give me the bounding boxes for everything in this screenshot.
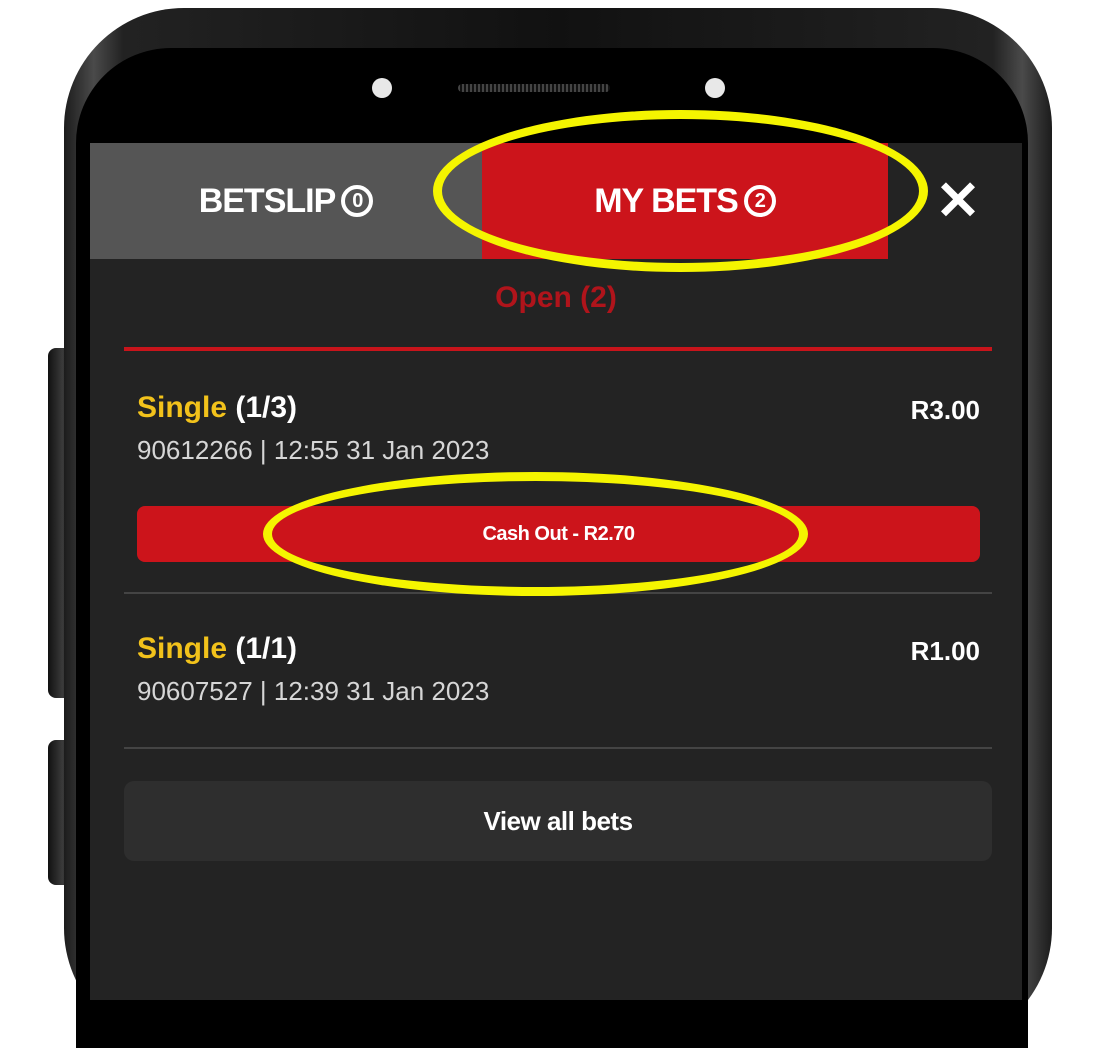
bet-selection-count: (1/3): [235, 391, 298, 424]
cash-out-button[interactable]: Cash Out - R2.70: [137, 506, 980, 562]
bet-item[interactable]: Single (1/1) R1.00 90607527 | 12:39 31 J…: [137, 632, 980, 707]
bets-panel: BETSLIP 0 MY BETS 2 ✕ Open (2) Single (1…: [90, 143, 1022, 1000]
tab-betslip[interactable]: BETSLIP 0: [90, 143, 482, 259]
my-bets-count-badge: 2: [743, 185, 776, 217]
view-all-bets-button[interactable]: View all bets: [124, 781, 992, 861]
close-icon[interactable]: ✕: [930, 173, 986, 229]
tab-bar: BETSLIP 0 MY BETS 2 ✕: [90, 143, 1022, 259]
speaker-grille: [458, 84, 610, 92]
divider: [124, 592, 992, 594]
bet-type: Single: [137, 632, 228, 665]
bet-title: Single (1/3): [137, 391, 980, 425]
bet-reference: 90612266 | 12:55 31 Jan 2023: [137, 435, 490, 465]
bet-stake: R1.00: [910, 636, 980, 666]
camera-icon: [372, 78, 392, 98]
filter-active-underline: [124, 347, 992, 351]
bet-title: Single (1/1): [137, 632, 980, 666]
tab-my-bets[interactable]: MY BETS 2: [482, 143, 888, 259]
bet-stake: R3.00: [910, 395, 980, 425]
bet-type: Single: [137, 391, 228, 424]
bet-selection-count: (1/1): [235, 632, 298, 665]
bet-reference: 90607527 | 12:39 31 Jan 2023: [137, 676, 490, 706]
tab-my-bets-label: MY BETS: [594, 181, 739, 220]
divider: [124, 747, 992, 749]
bet-item[interactable]: Single (1/3) R3.00 90612266 | 12:55 31 J…: [137, 391, 980, 466]
tab-betslip-label: BETSLIP: [198, 181, 337, 220]
sensor-icon: [705, 78, 725, 98]
filter-open-bets[interactable]: Open (2): [90, 281, 1022, 315]
betslip-count-badge: 0: [341, 185, 374, 217]
